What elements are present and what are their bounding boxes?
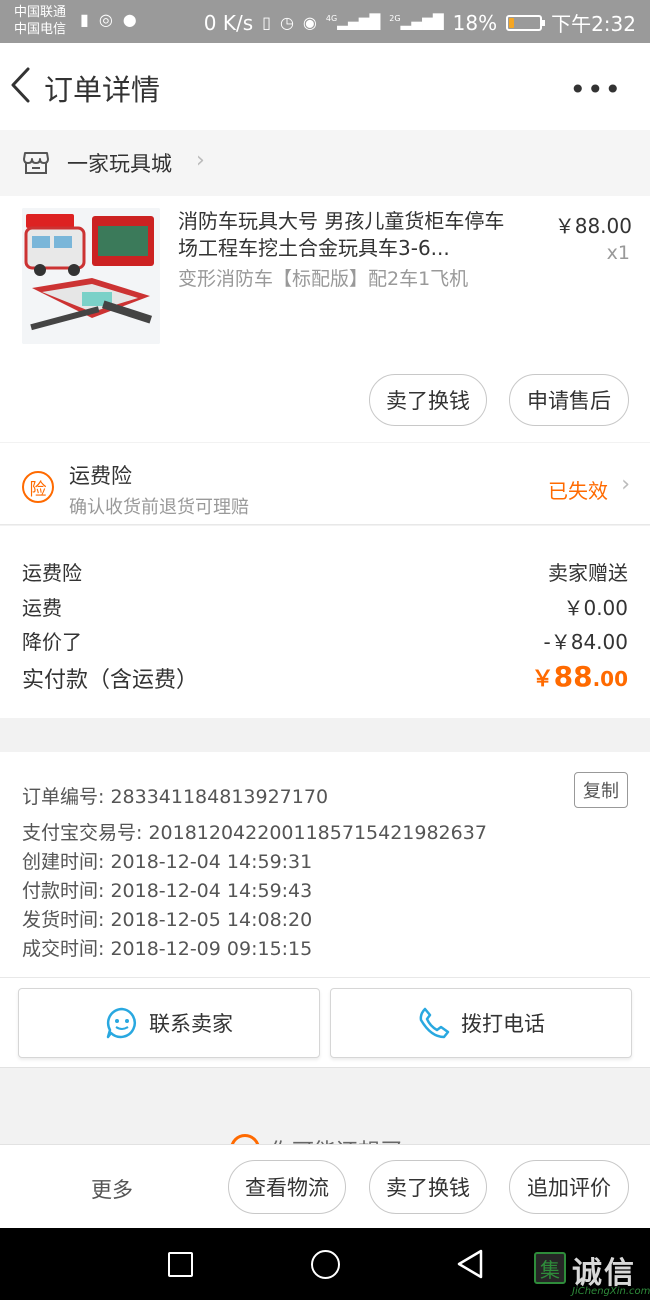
- carrier-1: 中国联通: [14, 5, 67, 20]
- fee-value-shipping: ￥0.00: [563, 596, 628, 620]
- after-sales-button[interactable]: 申请售后: [509, 374, 629, 426]
- alarm-icon: ◷: [279, 13, 294, 32]
- more-button[interactable]: 更多: [91, 1174, 133, 1204]
- completed-time: 成交时间: 2018-12-09 09:15:15: [22, 938, 313, 960]
- view-logistics-button[interactable]: 查看物流: [228, 1160, 346, 1214]
- fee-label-insurance: 运费险: [22, 561, 82, 585]
- total-amount: ￥88.00: [532, 660, 628, 693]
- carrier-2: 中国电信: [14, 22, 67, 37]
- usb-icon: ▮: [80, 10, 89, 29]
- order-info: 订单编号: 283341184813927170 复制 支付宝交易号: 2018…: [0, 752, 650, 978]
- system-nav-bar: 集 诚信 JiChengXin.com: [0, 1228, 650, 1300]
- watermark: 集 诚信 JiChengXin.com: [532, 1248, 650, 1300]
- clock: 下午2:32: [551, 12, 636, 36]
- order-detail-screen: 中国联通 中国电信 ▮ ◎ ● 0 K/s ▯ ◷ ◉ 4G▂▄▆█ 2G▂▄▆…: [0, 0, 650, 1300]
- recents-icon[interactable]: [168, 1252, 193, 1277]
- call-phone-label: 拨打电话: [461, 1012, 545, 1036]
- bottom-action-bar: 更多 查看物流 卖了换钱 追加评价: [0, 1144, 650, 1228]
- page-title: 订单详情: [44, 73, 161, 107]
- carrier-info: 中国联通 中国电信: [14, 4, 66, 38]
- contact-bar: 联系卖家 拨打电话: [0, 978, 650, 1068]
- fee-value-insurance: 卖家赠送: [548, 561, 628, 585]
- watermark-url: JiChengXin.com: [572, 1286, 650, 1297]
- add-review-button[interactable]: 追加评价: [509, 1160, 629, 1214]
- chat-bubble-icon: [106, 1007, 136, 1039]
- alipay-trade-number: 支付宝交易号: 2018120422001185715421982637: [22, 822, 487, 844]
- insurance-subtitle: 确认收货前退货可理赔: [69, 497, 249, 518]
- contact-seller-button[interactable]: 联系卖家: [18, 988, 320, 1058]
- product-image[interactable]: [22, 208, 160, 344]
- fee-value-discount: -￥84.00: [543, 630, 628, 654]
- nav-back-icon[interactable]: [455, 1248, 485, 1280]
- shipped-time: 发货时间: 2018-12-05 14:08:20: [22, 909, 313, 931]
- product-qty: x1: [606, 242, 630, 264]
- insurance-status: 已失效: [548, 479, 608, 503]
- product-title[interactable]: 消防车玩具大号 男孩儿童货柜车停车场工程车挖土合金玩具车3-6...: [178, 208, 518, 262]
- recommend-icon: [230, 1134, 260, 1144]
- fee-summary: 运费险 卖家赠送 运费 ￥0.00 降价了 -￥84.00 实付款（含运费） ￥…: [0, 526, 650, 718]
- battery-fill: [509, 17, 515, 28]
- product-price: ￥88.00: [554, 214, 632, 238]
- toy-fire-truck-image: [22, 208, 160, 344]
- created-time: 创建时间: 2018-12-04 14:59:31: [22, 851, 313, 873]
- recommend-title: 你可能还想买: [270, 1134, 402, 1144]
- contact-seller-label: 联系卖家: [149, 1012, 233, 1036]
- watermark-logo: 集: [534, 1252, 566, 1284]
- chevron-right-icon: ›: [196, 148, 205, 173]
- battery-percent: 18%: [452, 10, 498, 35]
- total-currency: ￥: [531, 667, 554, 692]
- back-button[interactable]: [6, 65, 40, 105]
- phone-icon: [419, 1007, 450, 1039]
- insurance-title: 运费险: [69, 464, 132, 488]
- net-speed: 0 K/s: [203, 10, 254, 35]
- eye-icon: ◉: [302, 13, 317, 32]
- battery-icon: [506, 14, 546, 31]
- product-sku: 变形消防车【标配版】配2车1飞机: [178, 268, 469, 290]
- store-name: 一家玩具城: [67, 152, 172, 176]
- total-dec: .00: [592, 667, 628, 691]
- wechat-icon: ●: [122, 10, 137, 29]
- sync-icon: ◎: [98, 10, 113, 29]
- vibrate-icon: ▯: [262, 13, 271, 32]
- title-bar: 订单详情 •••: [0, 43, 650, 130]
- fee-label-discount: 降价了: [22, 630, 82, 654]
- store-row[interactable]: 一家玩具城 ›: [0, 130, 650, 196]
- chevron-left-icon: [11, 67, 30, 103]
- home-icon[interactable]: [311, 1250, 340, 1279]
- resell-button[interactable]: 卖了换钱: [369, 1160, 487, 1214]
- more-options-icon[interactable]: •••: [569, 73, 622, 106]
- fee-label-shipping: 运费: [22, 596, 62, 620]
- signal-2-icon: 2G▂▄▆█: [389, 14, 444, 31]
- product-card: 消防车玩具大号 男孩儿童货柜车停车场工程车挖土合金玩具车3-6... 变形消防车…: [0, 196, 650, 442]
- status-right: 0 K/s ▯ ◷ ◉ 4G▂▄▆█ 2G▂▄▆█ 18% 下午2:32: [204, 8, 636, 37]
- net-2-label: 2G: [389, 14, 401, 24]
- status-bar: 中国联通 中国电信 ▮ ◎ ● 0 K/s ▯ ◷ ◉ 4G▂▄▆█ 2G▂▄▆…: [0, 0, 650, 43]
- sell-button[interactable]: 卖了换钱: [369, 374, 487, 426]
- store-icon: [23, 152, 49, 174]
- total-int: 88: [553, 660, 593, 693]
- signal-1-icon: 4G▂▄▆█: [325, 14, 381, 31]
- call-phone-button[interactable]: 拨打电话: [330, 988, 632, 1058]
- paid-time: 付款时间: 2018-12-04 14:59:43: [22, 880, 313, 902]
- chevron-right-icon: ›: [621, 472, 630, 497]
- copy-button[interactable]: 复制: [574, 772, 628, 808]
- shipping-insurance-row[interactable]: 险 运费险 确认收货前退货可理赔 已失效 ›: [0, 443, 650, 525]
- recommend-header: 你可能还想买: [0, 1104, 650, 1144]
- total-label: 实付款（含运费）: [22, 668, 199, 693]
- notification-icons: ▮ ◎ ●: [80, 10, 137, 29]
- insurance-icon: 险: [22, 471, 54, 503]
- net-1-label: 4G: [325, 14, 338, 24]
- order-number: 订单编号: 283341184813927170: [22, 786, 329, 808]
